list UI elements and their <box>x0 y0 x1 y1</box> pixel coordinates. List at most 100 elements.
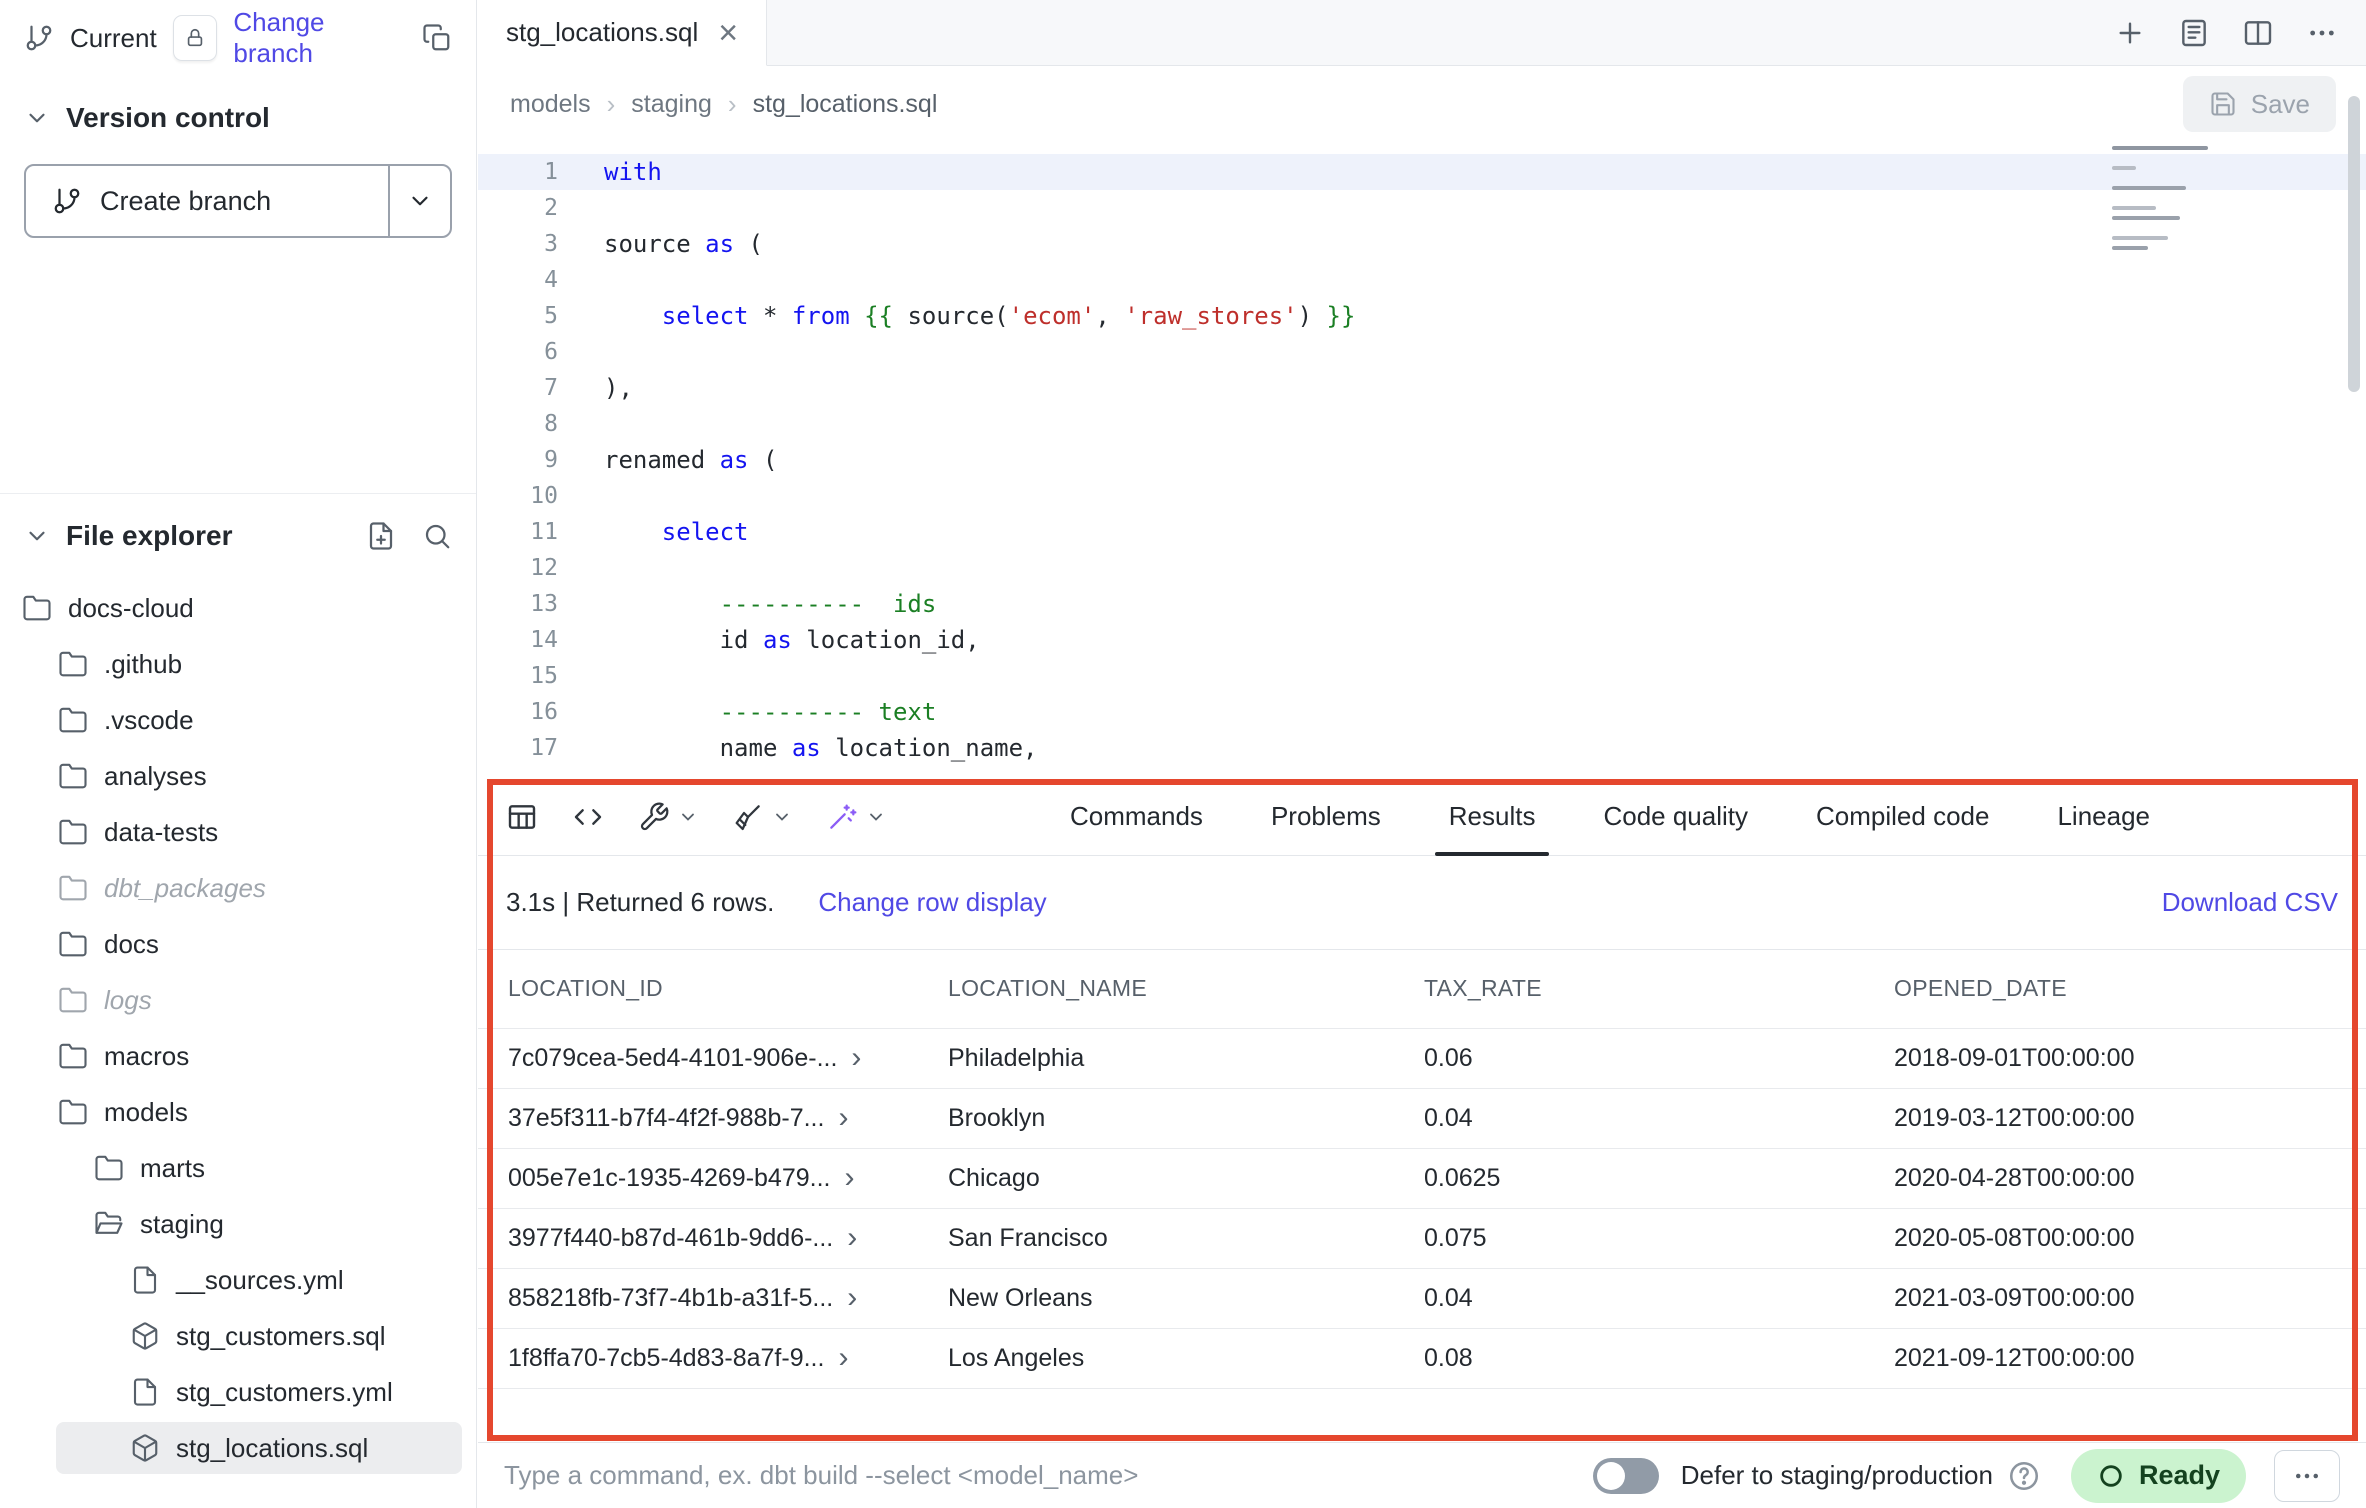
code-line-16[interactable]: 16 ---------- text <box>478 694 2366 730</box>
new-file-icon[interactable] <box>366 521 396 551</box>
expand-cell-icon[interactable]: › <box>838 1103 848 1133</box>
status-badge[interactable]: Ready <box>2071 1449 2246 1503</box>
code-text: select * from {{ source('ecom', 'raw_sto… <box>604 298 1355 334</box>
more-actions-button[interactable] <box>2274 1450 2340 1502</box>
file-tree-item-__sources.yml[interactable]: __sources.yml <box>0 1252 476 1308</box>
new-tab-icon[interactable] <box>2114 17 2146 49</box>
search-icon[interactable] <box>422 521 452 551</box>
code-text: renamed as ( <box>604 442 777 478</box>
line-number: 5 <box>478 298 558 334</box>
save-button[interactable]: Save <box>2183 76 2336 132</box>
file-tree-item-staging[interactable]: staging <box>0 1196 476 1252</box>
results-grid-icon <box>506 801 538 833</box>
code-line-12[interactable]: 12 <box>478 550 2366 586</box>
expand-cell-icon[interactable]: › <box>838 1343 848 1373</box>
panel-tab-lineage[interactable]: Lineage <box>2023 778 2184 855</box>
code-line-2[interactable]: 2 <box>478 190 2366 226</box>
table-row[interactable]: 3977f440-b87d-461b-9dd6-...›San Francisc… <box>478 1208 2366 1268</box>
panel-tab-code-quality[interactable]: Code quality <box>1569 778 1782 855</box>
line-number: 8 <box>478 406 558 442</box>
code-line-6[interactable]: 6 <box>478 334 2366 370</box>
expand-cell-icon[interactable]: › <box>845 1163 855 1193</box>
file-tree-item-.github[interactable]: .github <box>0 636 476 692</box>
file-tree-item-data-tests[interactable]: data-tests <box>0 804 476 860</box>
table-row[interactable]: 005e7e1c-1935-4269-b479...›Chicago0.0625… <box>478 1148 2366 1208</box>
file-tree-item-stg_locations.sql[interactable]: stg_locations.sql <box>0 1420 476 1476</box>
table-row[interactable]: 1f8ffa70-7cb5-4d83-8a7f-9...›Los Angeles… <box>478 1328 2366 1388</box>
editor-scrollbar[interactable] <box>2348 96 2360 392</box>
file-tree-item-macros[interactable]: macros <box>0 1028 476 1084</box>
ai-assist-menu-button[interactable] <box>826 801 886 833</box>
change-row-display-link[interactable]: Change row display <box>818 887 1046 918</box>
expand-cell-icon[interactable]: › <box>847 1283 857 1313</box>
create-branch-button[interactable]: Create branch <box>24 164 452 238</box>
results-grid-button[interactable] <box>506 801 538 833</box>
file-tree-item-.vscode[interactable]: .vscode <box>0 692 476 748</box>
file-name: models <box>104 1097 188 1128</box>
help-icon[interactable] <box>2007 1459 2041 1493</box>
location-id: 7c079cea-5ed4-4101-906e-... <box>508 1044 837 1073</box>
format-menu-button[interactable] <box>732 801 792 833</box>
code-view-button[interactable] <box>572 801 604 833</box>
copy-icon[interactable] <box>422 23 452 53</box>
code-line-8[interactable]: 8 <box>478 406 2366 442</box>
editor-tab-bar: stg_locations.sql × <box>478 0 2366 66</box>
code-line-1[interactable]: 1with <box>478 154 2366 190</box>
build-menu-button[interactable] <box>638 801 698 833</box>
file-tree-item-stg_customers.yml[interactable]: stg_customers.yml <box>0 1364 476 1420</box>
minimap[interactable] <box>2112 142 2244 250</box>
results-table-head: LOCATION_IDLOCATION_NAMETAX_RATEOPENED_D… <box>478 950 2366 1028</box>
file-tree-item-dbt_packages[interactable]: dbt_packages <box>0 860 476 916</box>
download-csv-link[interactable]: Download CSV <box>2162 887 2338 918</box>
table-row[interactable]: 858218fb-73f7-4b1b-a31f-5...›New Orleans… <box>478 1268 2366 1328</box>
readonly-lock-icon <box>173 15 218 61</box>
file-tree-item-models[interactable]: models <box>0 1084 476 1140</box>
file-tree-item-logs[interactable]: logs <box>0 972 476 1028</box>
change-branch-link[interactable]: Change branch <box>233 7 406 69</box>
table-row[interactable]: 37e5f311-b7f4-4f2f-988b-7...›Brooklyn0.0… <box>478 1088 2366 1148</box>
more-options-icon[interactable] <box>2306 17 2338 49</box>
panel-tab-problems[interactable]: Problems <box>1237 778 1415 855</box>
code-editor[interactable]: 1with23source as (45 select * from {{ so… <box>478 142 2366 778</box>
code-line-15[interactable]: 15 <box>478 658 2366 694</box>
command-input[interactable] <box>504 1460 1581 1491</box>
code-line-11[interactable]: 11 select <box>478 514 2366 550</box>
panel-tab-results[interactable]: Results <box>1415 778 1570 855</box>
expand-cell-icon[interactable]: › <box>847 1223 857 1253</box>
table-row[interactable]: 7c079cea-5ed4-4101-906e-... › Philadelphia… <box>478 1028 2366 1088</box>
code-line-9[interactable]: 9renamed as ( <box>478 442 2366 478</box>
toggle-knob <box>1597 1462 1625 1490</box>
version-control-header[interactable]: Version control <box>0 76 476 144</box>
panel-tab-commands[interactable]: Commands <box>1036 778 1237 855</box>
tax-rate: 0.06 <box>1424 1028 1894 1088</box>
code-line-17[interactable]: 17 name as location_name, <box>478 730 2366 766</box>
file-explorer-header[interactable]: File explorer <box>0 494 476 562</box>
branch-bar: Current Change branch <box>0 0 476 76</box>
code-line-10[interactable]: 10 <box>478 478 2366 514</box>
code-line-13[interactable]: 13 ---------- ids <box>478 586 2366 622</box>
tab-stg-locations-sql[interactable]: stg_locations.sql × <box>478 0 767 66</box>
code-text: with <box>604 154 662 190</box>
code-line-4[interactable]: 4 <box>478 262 2366 298</box>
line-number: 3 <box>478 226 558 262</box>
location-id: 005e7e1c-1935-4269-b479... <box>508 1164 831 1193</box>
code-line-5[interactable]: 5 select * from {{ source('ecom', 'raw_s… <box>478 298 2366 334</box>
changelog-icon[interactable] <box>2178 17 2210 49</box>
file-tree-item-docs-cloud[interactable]: docs-cloud <box>0 580 476 636</box>
code-line-7[interactable]: 7), <box>478 370 2366 406</box>
file-tree-item-stg_customers.sql[interactable]: stg_customers.sql <box>0 1308 476 1364</box>
location-name: Philadelphia <box>948 1028 1424 1088</box>
file-tree-item-analyses[interactable]: analyses <box>0 748 476 804</box>
expand-cell-icon[interactable]: › <box>851 1043 861 1073</box>
folder-icon <box>58 873 88 903</box>
create-branch-dropdown[interactable] <box>388 166 450 236</box>
code-line-3[interactable]: 3source as ( <box>478 226 2366 262</box>
file-tree-item-docs[interactable]: docs <box>0 916 476 972</box>
close-tab-icon[interactable]: × <box>718 16 738 50</box>
code-line-14[interactable]: 14 id as location_id, <box>478 622 2366 658</box>
panel-tab-compiled-code[interactable]: Compiled code <box>1782 778 2023 855</box>
split-editor-icon[interactable] <box>2242 17 2274 49</box>
file-tree-item-marts[interactable]: marts <box>0 1140 476 1196</box>
query-summary: 3.1s | Returned 6 rows. <box>506 887 774 918</box>
defer-toggle[interactable] <box>1593 1458 1659 1494</box>
